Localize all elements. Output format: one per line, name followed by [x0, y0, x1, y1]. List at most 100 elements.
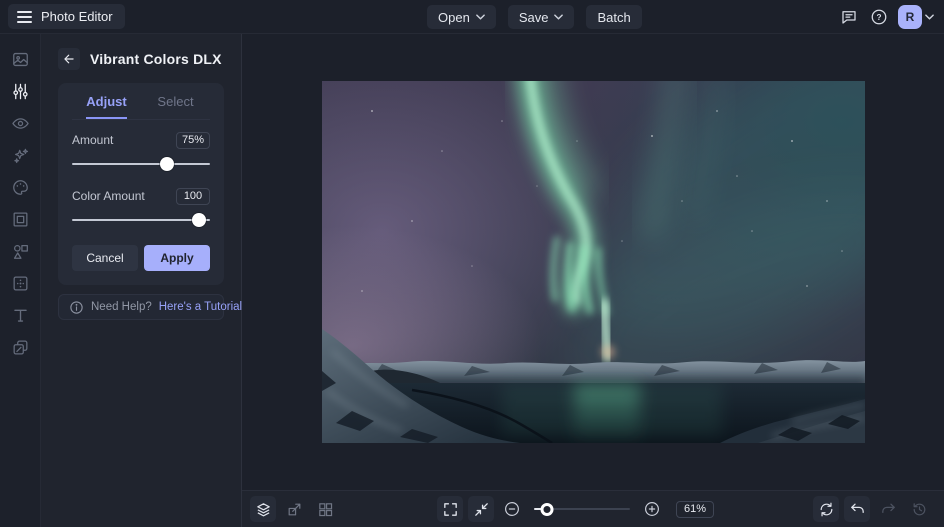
panel-title: Vibrant Colors DLX — [90, 51, 222, 67]
texture-icon — [13, 276, 27, 290]
apply-button[interactable]: Apply — [144, 245, 210, 271]
amount-slider[interactable] — [72, 156, 210, 172]
slider-knob[interactable] — [191, 213, 206, 227]
tool-panel: Vibrant Colors DLX Adjust Select Amount — [41, 34, 242, 527]
sidebar-item-palette[interactable] — [3, 171, 37, 203]
canvas-workspace — [242, 34, 944, 527]
tutorial-link[interactable]: Here's a Tutorial — [159, 301, 242, 313]
sidebar-item-text[interactable] — [3, 299, 37, 331]
slider-track — [72, 219, 210, 221]
adjustments-icon — [12, 83, 28, 99]
chevron-down-icon — [475, 14, 485, 20]
chevron-down-icon — [554, 14, 564, 20]
sparkles-icon — [13, 148, 28, 163]
tool-sidebar — [0, 34, 41, 527]
zoom-out-button[interactable] — [499, 496, 525, 522]
redo-button[interactable] — [875, 496, 901, 522]
amount-control: Amount — [72, 131, 210, 172]
open-button[interactable]: Open — [427, 5, 496, 29]
toolbar-right — [813, 496, 932, 522]
zoom-level-input[interactable] — [676, 500, 714, 518]
grid-view-button[interactable] — [312, 496, 338, 522]
image-icon — [12, 52, 28, 66]
help-text: Need Help? — [91, 301, 152, 313]
canvas-holder — [242, 34, 944, 490]
color-amount-slider[interactable] — [72, 212, 210, 228]
transform-icon — [288, 503, 300, 515]
file-actions: Open Save Batch — [427, 5, 642, 29]
cancel-button[interactable]: Cancel — [72, 245, 138, 271]
feedback-button[interactable] — [836, 4, 862, 30]
slider-track — [72, 163, 210, 165]
back-button[interactable] — [58, 48, 80, 70]
fullscreen-button[interactable] — [437, 496, 463, 522]
batch-button[interactable]: Batch — [586, 5, 642, 29]
save-label: Save — [518, 9, 549, 25]
topbar: Photo Editor Open Save Batch ? R — [0, 0, 944, 34]
fit-screen-button[interactable] — [468, 496, 494, 522]
batch-label: Batch — [597, 9, 631, 25]
toolbar-left — [250, 496, 338, 522]
topbar-right: ? R — [836, 0, 936, 34]
arrow-left-icon — [64, 54, 74, 64]
eye-icon — [11, 117, 29, 129]
color-amount-control: Color Amount — [72, 187, 210, 228]
main-menu-button[interactable]: Photo Editor — [8, 4, 125, 29]
tab-adjust[interactable]: Adjust — [72, 83, 141, 119]
duplicate-icon — [13, 340, 27, 354]
color-amount-label: Color Amount — [72, 189, 145, 203]
frame-icon — [13, 212, 27, 226]
sidebar-item-adjustments[interactable] — [3, 75, 37, 107]
panel-header: Vibrant Colors DLX — [58, 48, 224, 70]
sidebar-item-frame[interactable] — [3, 203, 37, 235]
history-icon — [913, 502, 925, 515]
svg-text:?: ? — [876, 13, 881, 22]
zoom-slider[interactable] — [534, 501, 630, 517]
canvas-image[interactable] — [321, 81, 865, 443]
photo-editor-app: Photo Editor Open Save Batch ? R Vibrant… — [0, 0, 944, 527]
slider-knob[interactable] — [160, 157, 175, 171]
layers-button[interactable] — [250, 496, 276, 522]
open-label: Open — [438, 9, 470, 25]
toolbar-center — [437, 496, 714, 522]
hamburger-icon — [17, 10, 32, 23]
sidebar-item-image[interactable] — [3, 43, 37, 75]
sidebar-item-eye[interactable] — [3, 107, 37, 139]
sidebar-item-duplicate[interactable] — [3, 331, 37, 363]
info-icon — [69, 300, 84, 315]
color-amount-value-input[interactable] — [176, 187, 210, 205]
transform-button[interactable] — [281, 496, 307, 522]
adjust-card: Adjust Select Amount Color Amount — [58, 83, 224, 285]
account-menu-button[interactable]: R — [896, 5, 936, 29]
amount-value-input[interactable] — [176, 131, 210, 149]
shapes-icon — [13, 244, 28, 259]
fullscreen-icon — [443, 502, 457, 516]
zoom-in-button[interactable] — [639, 496, 665, 522]
app-title: Photo Editor — [41, 9, 113, 24]
sidebar-item-shapes[interactable] — [3, 235, 37, 267]
redo-icon — [881, 503, 895, 513]
history-button[interactable] — [906, 496, 932, 522]
sidebar-item-retouch[interactable] — [3, 267, 37, 299]
undo-button[interactable] — [844, 496, 870, 522]
minus-circle-icon — [505, 502, 519, 516]
help-button[interactable]: ? — [866, 4, 892, 30]
avatar: R — [898, 5, 922, 29]
text-icon — [13, 309, 27, 322]
panel-tabs: Adjust Select — [72, 83, 210, 120]
chevron-down-icon — [925, 14, 934, 20]
grid-icon — [318, 502, 332, 516]
help-box: Need Help? Here's a Tutorial — [58, 294, 242, 320]
undo-icon — [850, 503, 864, 513]
palette-icon — [12, 179, 28, 195]
sidebar-item-effects[interactable] — [3, 139, 37, 171]
tab-select[interactable]: Select — [141, 83, 210, 119]
plus-circle-icon — [645, 502, 659, 516]
layers-icon — [256, 502, 270, 516]
save-button[interactable]: Save — [507, 5, 575, 29]
zoom-slider-knob[interactable] — [540, 503, 554, 516]
fit-screen-icon — [474, 502, 488, 516]
reset-rotation-button[interactable] — [813, 496, 839, 522]
amount-label: Amount — [72, 133, 114, 147]
chat-icon — [842, 11, 856, 24]
